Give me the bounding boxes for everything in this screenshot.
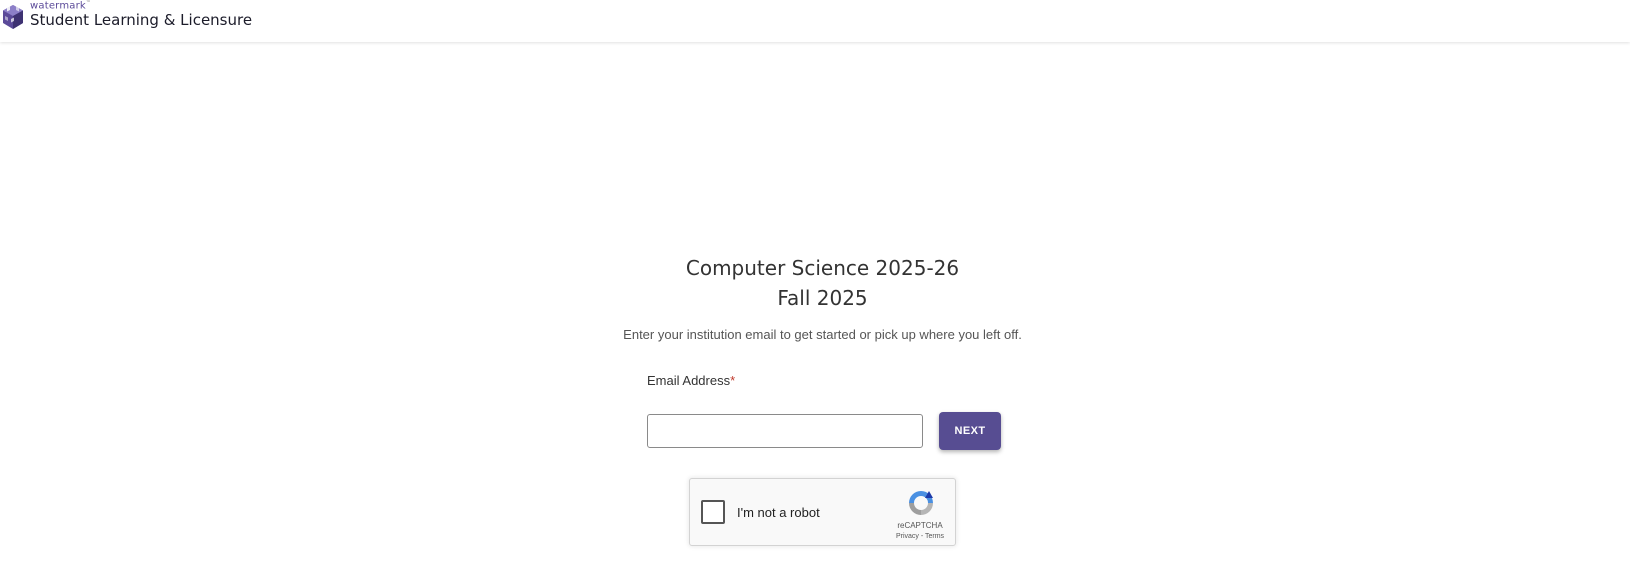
brand-logo-link[interactable]: watermark™ Student Learning & Licensure xyxy=(2,0,252,42)
title-program: Computer Science 2025-26 xyxy=(685,256,960,280)
recaptcha-brand: reCAPTCHA xyxy=(897,521,943,530)
page-title: Computer Science 2025-26 Fall 2025 xyxy=(0,253,1630,313)
watermark-logo-icon xyxy=(3,5,23,29)
next-button[interactable]: NEXT xyxy=(939,412,1001,450)
email-input[interactable] xyxy=(647,414,923,448)
top-bar: watermark™ Student Learning & Licensure xyxy=(0,0,1630,42)
recaptcha-links: Privacy - Terms xyxy=(880,533,960,540)
recaptcha-icon xyxy=(909,491,933,515)
recaptcha-terms-link[interactable]: Terms xyxy=(925,533,944,540)
brand-watermark-text: watermark™ xyxy=(30,0,92,12)
recaptcha-privacy-link[interactable]: Privacy xyxy=(896,533,919,540)
recaptcha-widget: I'm not a robot reCAPTCHA Privacy - Term… xyxy=(689,478,956,546)
email-label: Email Address* xyxy=(647,373,736,388)
trademark-symbol: ™ xyxy=(85,0,92,6)
title-term: Fall 2025 xyxy=(777,286,868,310)
brand-product-name: Student Learning & Licensure xyxy=(30,11,253,30)
required-marker: * xyxy=(730,373,736,388)
instructions-text: Enter your institution email to get star… xyxy=(623,327,1022,342)
recaptcha-checkbox[interactable] xyxy=(701,500,725,524)
recaptcha-label: I'm not a robot xyxy=(737,505,820,520)
